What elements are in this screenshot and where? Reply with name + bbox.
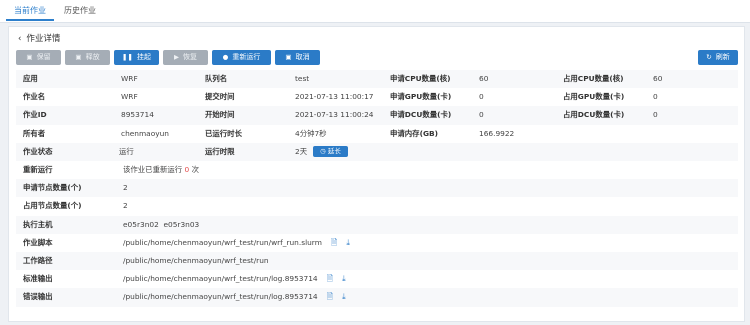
req-cpu-label: 申请CPU数量(核) bbox=[390, 74, 451, 83]
req-dcu-label: 申请DCU数量(卡) bbox=[390, 110, 452, 120]
req-gpu-label: 申请GPU数量(卡) bbox=[390, 92, 452, 102]
submit-time-value: 2021-07-13 11:00:17 bbox=[295, 92, 374, 102]
tab-bar: 当前作业 历史作业 bbox=[0, 0, 750, 23]
status-value: 运行 bbox=[119, 146, 134, 156]
app-label: 应用 bbox=[23, 74, 38, 83]
download-icon[interactable]: ⤓ bbox=[346, 234, 350, 252]
elapsed-label: 已运行时长 bbox=[205, 128, 242, 138]
req-mem-value: 166.9922 bbox=[479, 128, 515, 138]
detail-row: 标准输出 /public/home/chenmaoyun/wrf_test/ru… bbox=[16, 270, 738, 288]
job-name-value: WRF bbox=[121, 92, 138, 102]
owner-label: 所有者 bbox=[23, 128, 46, 138]
script-path: /public/home/chenmaoyun/wrf_test/run/wrf… bbox=[123, 237, 322, 247]
tab-history-jobs[interactable]: 历史作业 bbox=[56, 0, 104, 21]
hold-button[interactable]: ▣ 保留 bbox=[16, 50, 61, 65]
used-gpu-label: 占用GPU数量(卡) bbox=[563, 92, 625, 102]
job-detail-card: ‹ 作业详情 ▣ 保留 ▣ 释放 ❚❚ 挂起 ▶ 恢复 ● 重新运行 ▣ 取消 ↻ 刷新 bbox=[8, 26, 745, 322]
detail-row: 工作路径 /public/home/chenmaoyun/wrf_test/ru… bbox=[16, 252, 738, 271]
detail-row: 申请节点数量(个) 2 bbox=[16, 179, 738, 198]
stdout-path: /public/home/chenmaoyun/wrf_test/run/log… bbox=[123, 274, 318, 284]
status-label: 作业状态 bbox=[23, 146, 53, 156]
detail-row: 作业ID 8953714 开始时间 2021-07-13 11:00:24 申请… bbox=[16, 106, 738, 125]
detail-row: 作业状态 运行 运行时限 2天 ◷ 延长 bbox=[16, 142, 738, 161]
download-icon[interactable]: ⤓ bbox=[342, 270, 346, 288]
clock-icon: ◷ bbox=[320, 147, 326, 156]
pause-icon: ❚❚ bbox=[122, 53, 133, 61]
stdout-value-group: /public/home/chenmaoyun/wrf_test/run/log… bbox=[123, 270, 346, 288]
cancel-icon: ▣ bbox=[285, 53, 292, 61]
job-id-value: 8953714 bbox=[121, 110, 154, 120]
stderr-label: 错误输出 bbox=[23, 292, 53, 302]
detail-row: 占用节点数量(个) 2 bbox=[16, 197, 738, 215]
cancel-button[interactable]: ▣ 取消 bbox=[275, 50, 320, 65]
file-view-icon[interactable]: 🗎 bbox=[327, 270, 333, 288]
start-time-label: 开始时间 bbox=[205, 110, 235, 120]
used-nodes-value: 2 bbox=[123, 201, 128, 211]
rerun-label: 重新运行 bbox=[23, 165, 53, 174]
owner-value: chenmaoyun bbox=[121, 128, 169, 138]
job-detail-page: 当前作业 历史作业 ‹ 作业详情 ▣ 保留 ▣ 释放 ❚❚ 挂起 ▶ 恢复 ● 重新运行 ▣… bbox=[0, 0, 750, 325]
workdir-value: /public/home/chenmaoyun/wrf_test/run bbox=[123, 256, 269, 265]
detail-row: 所有者 chenmaoyun 已运行时长 4分钟7秒 申请内存(GB) 166.… bbox=[16, 125, 738, 143]
used-gpu-value: 0 bbox=[653, 92, 658, 102]
queue-value: test bbox=[295, 74, 310, 83]
req-dcu-value: 0 bbox=[479, 110, 484, 120]
detail-row: 应用 WRF 队列名 test 申请CPU数量(核) 60 占用CPU数量(核)… bbox=[16, 70, 738, 89]
req-nodes-label: 申请节点数量(个) bbox=[23, 183, 82, 193]
script-label: 作业脚本 bbox=[23, 237, 53, 247]
stdout-label: 标准输出 bbox=[23, 274, 53, 284]
extend-button[interactable]: ◷ 延长 bbox=[313, 146, 348, 158]
suspend-button[interactable]: ❚❚ 挂起 bbox=[114, 50, 159, 65]
hosts-value: e05r3n02 e05r3n03 bbox=[123, 219, 200, 229]
job-id-label: 作业ID bbox=[23, 110, 47, 120]
rerun-button[interactable]: ● 重新运行 bbox=[212, 50, 271, 65]
limit-value: 2天 bbox=[295, 146, 308, 156]
file-view-icon[interactable]: 🗎 bbox=[331, 234, 337, 252]
used-dcu-value: 0 bbox=[653, 110, 658, 120]
lock-icon: ▣ bbox=[26, 53, 33, 61]
req-cpu-value: 60 bbox=[479, 74, 489, 83]
used-nodes-label: 占用节点数量(个) bbox=[23, 201, 82, 211]
submit-time-label: 提交时间 bbox=[205, 92, 235, 102]
req-gpu-value: 0 bbox=[479, 92, 484, 102]
back-link[interactable]: ‹ 作业详情 bbox=[18, 33, 60, 45]
queue-label: 队列名 bbox=[205, 74, 228, 83]
rerun-icon: ● bbox=[222, 53, 229, 61]
limit-value-group: 2天 ◷ 延长 bbox=[295, 143, 348, 161]
rerun-value: 该作业已重新运行 0 次 bbox=[123, 165, 199, 174]
stderr-value-group: /public/home/chenmaoyun/wrf_test/run/log… bbox=[123, 288, 346, 306]
used-cpu-label: 占用CPU数量(核) bbox=[563, 74, 624, 83]
download-icon[interactable]: ⤓ bbox=[342, 288, 346, 306]
used-dcu-label: 占用DCU数量(卡) bbox=[563, 110, 625, 120]
play-icon: ▶ bbox=[174, 53, 179, 61]
chevron-left-icon: ‹ bbox=[18, 34, 22, 44]
stderr-path: /public/home/chenmaoyun/wrf_test/run/log… bbox=[123, 292, 318, 302]
job-name-label: 作业名 bbox=[23, 92, 46, 102]
detail-row: 作业脚本 /public/home/chenmaoyun/wrf_test/ru… bbox=[16, 234, 738, 252]
file-view-icon[interactable]: 🗎 bbox=[327, 288, 333, 306]
tab-current-jobs[interactable]: 当前作业 bbox=[6, 0, 54, 21]
hosts-label: 执行主机 bbox=[23, 219, 53, 229]
detail-row: 错误输出 /public/home/chenmaoyun/wrf_test/ru… bbox=[16, 288, 738, 307]
used-cpu-value: 60 bbox=[653, 74, 663, 83]
detail-row: 作业名 WRF 提交时间 2021-07-13 11:00:17 申请GPU数量… bbox=[16, 88, 738, 106]
detail-row: 执行主机 e05r3n02 e05r3n03 bbox=[16, 215, 738, 234]
start-time-value: 2021-07-13 11:00:24 bbox=[295, 110, 374, 120]
elapsed-value: 4分钟7秒 bbox=[295, 128, 327, 138]
release-button[interactable]: ▣ 释放 bbox=[65, 50, 110, 65]
refresh-button[interactable]: ↻ 刷新 bbox=[698, 50, 738, 65]
resume-button[interactable]: ▶ 恢复 bbox=[163, 50, 208, 65]
app-value: WRF bbox=[121, 74, 138, 83]
req-nodes-value: 2 bbox=[123, 183, 128, 193]
unlock-icon: ▣ bbox=[75, 53, 82, 61]
limit-label: 运行时限 bbox=[205, 146, 235, 156]
workdir-label: 工作路径 bbox=[23, 256, 53, 265]
detail-row: 重新运行 该作业已重新运行 0 次 bbox=[16, 161, 738, 179]
refresh-icon: ↻ bbox=[706, 53, 712, 61]
script-value-group: /public/home/chenmaoyun/wrf_test/run/wrf… bbox=[123, 234, 350, 252]
rerun-count: 0 bbox=[184, 165, 190, 174]
page-title: 作业详情 bbox=[26, 34, 61, 44]
req-mem-label: 申请内存(GB) bbox=[390, 128, 439, 138]
